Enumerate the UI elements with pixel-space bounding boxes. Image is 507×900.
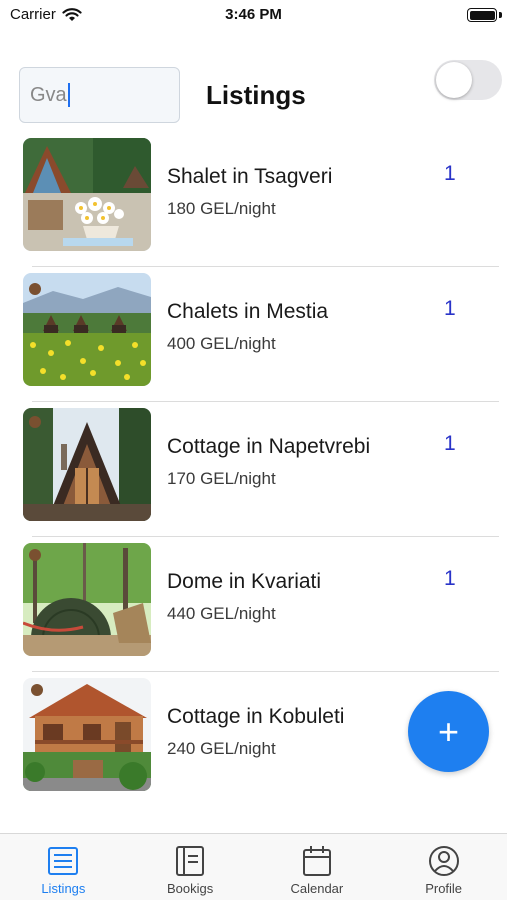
listing-price: 240 GEL/night [167,739,276,758]
listing-count: 1 [444,567,456,590]
plus-icon: + [437,710,460,752]
tab-profile[interactable]: Profile [380,834,507,900]
list-icon [46,844,80,878]
tab-label: Calendar [290,881,344,896]
status-time: 3:46 PM [225,6,282,23]
listing-title: Cottage in Napetvrebi [167,435,371,458]
battery-icon [467,8,497,22]
tab-label: Listings [41,881,86,896]
tab-label: Profile [425,881,463,896]
a-frame-cottage-photo [23,408,151,521]
tab-label: Bookigs [167,881,214,896]
notebook-icon [173,844,207,878]
listing-count: 1 [444,432,456,455]
toggle-knob [436,62,472,98]
calendar-icon [300,844,334,878]
chalet-flowers-photo [23,138,151,251]
battery-tip [499,12,502,18]
listing-title: Dome in Kvariati [167,570,322,593]
page-title: Listings [206,80,306,110]
tab-calendar[interactable]: Calendar [254,834,381,900]
tab-listings[interactable]: Listings [0,834,127,900]
listing-title: Shalet in Tsagveri [167,165,333,188]
text-cursor [67,83,70,107]
toggle-switch[interactable] [434,60,502,100]
listing-count: 1 [444,297,456,320]
tab-bookings[interactable]: Bookigs [127,834,254,900]
listing-price: 180 GEL/night [167,199,276,218]
listing-row[interactable]: Dome in Kvariati 440 GEL/night 1 [0,537,507,672]
listing-row[interactable]: Cottage in Napetvrebi 170 GEL/night 1 [0,402,507,537]
listing-price: 400 GEL/night [167,334,276,353]
add-listing-button[interactable]: + [408,691,489,772]
listing-title: Cottage in Kobuleti [167,705,345,728]
listing-count: 1 [444,162,456,185]
user-circle-icon [427,844,461,878]
wooden-cottage-photo [23,678,151,791]
tab-bar: Listings Bookigs Calendar Profile [0,833,507,900]
meadow-chalets-photo [23,273,151,386]
listing-row[interactable]: Shalet in Tsagveri 180 GEL/night 1 [0,132,507,267]
search-input-value: Gva [30,83,67,106]
search-input[interactable]: Gva [19,67,180,123]
listing-row[interactable]: Chalets in Mestia 400 GEL/night 1 [0,267,507,402]
listing-price: 170 GEL/night [167,469,276,488]
listing-price: 440 GEL/night [167,604,276,623]
status-bar: Carrier 3:46 PM [0,0,507,30]
forest-dome-photo [23,543,151,656]
listing-title: Chalets in Mestia [167,300,329,323]
